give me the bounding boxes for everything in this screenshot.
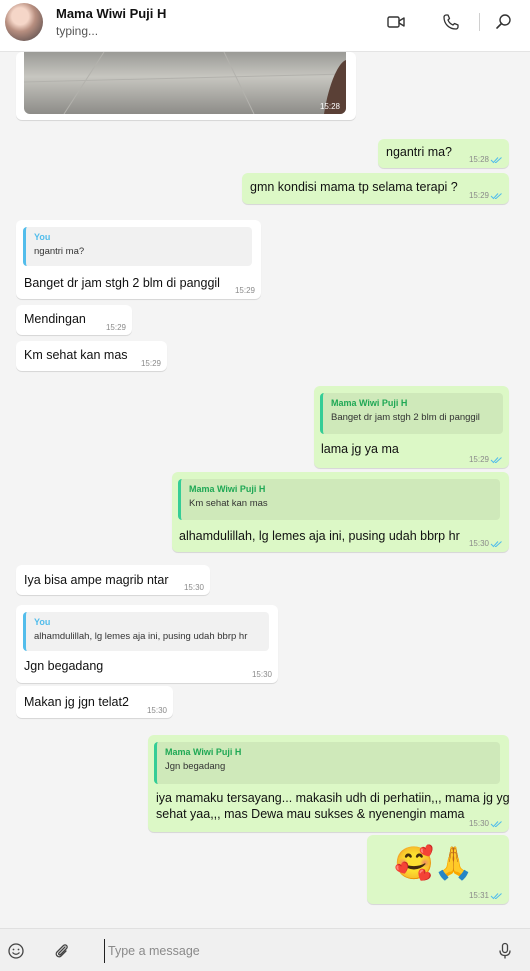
read-ticks-icon [490, 457, 502, 464]
message-time: 15:30 [468, 819, 489, 828]
quote-text: Km sehat kan mas [189, 498, 268, 509]
microphone-icon[interactable] [496, 942, 514, 960]
read-ticks-icon [490, 821, 502, 828]
message-time: 15:28 [468, 155, 489, 164]
message-text: Jgn begadang [24, 659, 104, 673]
read-ticks-icon [490, 541, 502, 548]
message-bubble-outgoing[interactable]: ngantri ma? 15:28 [378, 139, 509, 168]
message-bubble-incoming[interactable]: You alhamdulillah, lg lemes aja ini, pus… [16, 605, 278, 683]
typing-status: typing... [56, 24, 99, 38]
quote-text: ngantri ma? [34, 246, 85, 257]
read-ticks-icon [490, 893, 502, 900]
video-call-icon[interactable] [386, 12, 406, 32]
message-text: Km sehat kan mas [24, 348, 128, 362]
quote-text: alhamdulillah, lg lemes aja ini, pusing … [34, 631, 248, 642]
message-time: 15:29 [468, 455, 489, 464]
message-list[interactable]: 15:28 ngantri ma? 15:28 gmn kondisi mama… [0, 52, 530, 928]
message-time: 15:31 [468, 891, 489, 900]
message-text: ngantri ma? [386, 145, 453, 159]
media-message[interactable]: 15:28 [16, 52, 356, 120]
message-bubble-incoming[interactable]: Mendingan 15:29 [16, 305, 132, 335]
quoted-message[interactable]: Mama Wiwi Puji H Banget dr jam stgh 2 bl… [320, 393, 503, 434]
message-bubble-incoming[interactable]: Makan jg jgn telat2 15:30 [16, 686, 173, 718]
header-divider [479, 13, 480, 31]
quote-text: Banget dr jam stgh 2 blm di panggil [331, 412, 480, 423]
voice-call-icon[interactable] [441, 12, 461, 32]
quote-author: Mama Wiwi Puji H [189, 484, 266, 494]
message-bubble-incoming[interactable]: Km sehat kan mas 15:29 [16, 341, 167, 371]
message-bubble-outgoing[interactable]: Mama Wiwi Puji H Jgn begadang iya mamaku… [148, 735, 510, 832]
quoted-message[interactable]: You alhamdulillah, lg lemes aja ini, pus… [23, 612, 269, 651]
message-time: 15:30 [251, 670, 272, 679]
message-input[interactable] [104, 939, 490, 963]
read-ticks-icon [490, 193, 502, 200]
message-bubble-outgoing[interactable]: gmn kondisi mama tp selama terapi ? 15:2… [242, 173, 509, 204]
message-text: Iya bisa ampe magrib ntar [24, 573, 169, 587]
message-bubble-outgoing[interactable]: Mama Wiwi Puji H Banget dr jam stgh 2 bl… [314, 386, 509, 468]
message-text-line-2: sehat yaa,,, mas Dewa mau sukses & nyene… [156, 807, 465, 821]
message-bubble-outgoing[interactable]: 🥰🙏 15:31 [367, 835, 509, 904]
message-time: 15:29 [140, 359, 161, 368]
message-text-line-1: iya mamaku tersayang... makasih udh di p… [156, 791, 510, 805]
read-ticks-icon [490, 157, 502, 164]
message-text: alhamdulillah, lg lemes aja ini, pusing … [179, 529, 460, 543]
chat-header: Mama Wiwi Puji H typing... [0, 0, 530, 52]
message-time: 15:30 [146, 706, 167, 715]
quoted-message[interactable]: Mama Wiwi Puji H Jgn begadang [154, 742, 500, 784]
message-time: 15:29 [105, 323, 126, 332]
avatar[interactable] [5, 3, 43, 41]
message-text: Banget dr jam stgh 2 blm di panggil [24, 276, 220, 290]
message-text: Makan jg jgn telat2 [24, 695, 129, 709]
media-timestamp: 15:28 [319, 102, 340, 111]
message-text: gmn kondisi mama tp selama terapi ? [250, 180, 458, 194]
search-icon[interactable] [494, 12, 514, 32]
quote-author: Mama Wiwi Puji H [331, 398, 408, 408]
photo-thumbnail[interactable]: 15:28 [24, 52, 346, 114]
quote-author: You [34, 617, 51, 627]
message-bubble-incoming[interactable]: You ngantri ma? Banget dr jam stgh 2 blm… [16, 220, 261, 299]
quoted-message[interactable]: Mama Wiwi Puji H Km sehat kan mas [178, 479, 500, 520]
message-bubble-outgoing[interactable]: Mama Wiwi Puji H Km sehat kan mas alhamd… [172, 472, 509, 552]
message-time: 15:30 [468, 539, 489, 548]
message-composer [0, 928, 530, 971]
attach-icon[interactable] [53, 942, 71, 960]
emoji-icon[interactable] [7, 942, 25, 960]
message-text: lama jg ya ma [321, 442, 399, 456]
message-bubble-incoming[interactable]: Iya bisa ampe magrib ntar 15:30 [16, 565, 210, 595]
quote-author: You [34, 232, 51, 242]
quote-author: Mama Wiwi Puji H [165, 747, 242, 757]
contact-name[interactable]: Mama Wiwi Puji H [56, 6, 166, 21]
quoted-message[interactable]: You ngantri ma? [23, 227, 252, 266]
message-time: 15:29 [468, 191, 489, 200]
quote-text: Jgn begadang [165, 761, 226, 772]
message-time: 15:29 [234, 286, 255, 295]
emoji-message: 🥰🙏 [394, 845, 474, 881]
message-text: Mendingan [24, 312, 86, 326]
message-time: 15:30 [183, 583, 204, 592]
